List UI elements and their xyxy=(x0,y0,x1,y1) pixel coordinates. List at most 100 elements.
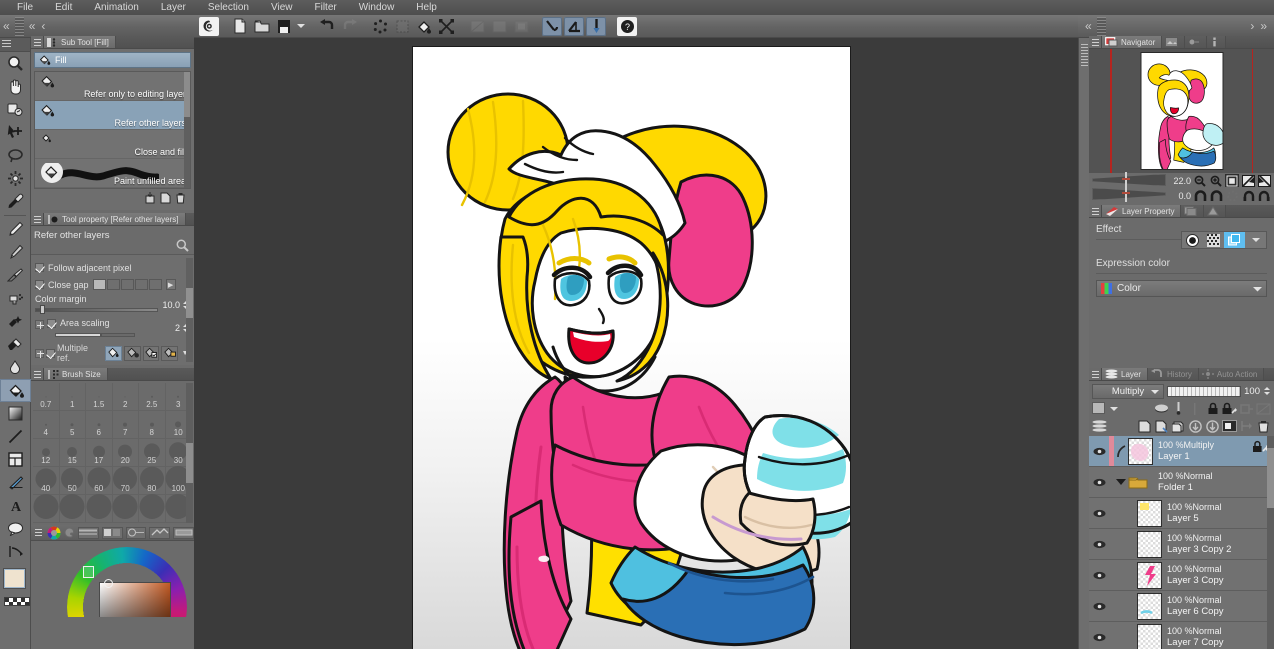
new-raster-layer-icon[interactable] xyxy=(1137,419,1152,433)
refer-reference-layer-icon[interactable] xyxy=(124,346,141,361)
layer-visibility-icon[interactable] xyxy=(1089,436,1109,466)
close-gap-cell-3[interactable] xyxy=(121,279,134,290)
tab-layer-property[interactable]: Layer Property xyxy=(1102,205,1181,217)
open-file-icon[interactable] xyxy=(252,17,272,36)
color-wheel-icon[interactable] xyxy=(47,526,61,540)
layer-thumbnail[interactable] xyxy=(1137,593,1162,620)
tab-item-bank[interactable] xyxy=(1185,36,1207,48)
tool-pen[interactable] xyxy=(0,241,31,264)
clip-below-icon[interactable] xyxy=(1239,402,1254,416)
sub-tool-item-close-and-fill[interactable]: Close and fill xyxy=(35,130,190,159)
right-scroll-right-icon[interactable]: › xyxy=(1247,19,1257,33)
transfer-down-icon[interactable] xyxy=(1188,419,1203,433)
sub-tool-item-paint-unfilled-area[interactable]: Paint unfilled area xyxy=(35,159,190,188)
layer-thumbnail[interactable] xyxy=(1137,562,1162,589)
tab-auto-action[interactable]: Auto Action xyxy=(1199,368,1264,380)
close-gap-cell-2[interactable] xyxy=(107,279,120,290)
transparent-color-chip[interactable] xyxy=(4,597,30,606)
brush-size-cell[interactable]: 80 xyxy=(139,467,166,495)
tone-effect-icon[interactable] xyxy=(1203,232,1224,248)
sub-tool-menu-icon[interactable] xyxy=(31,36,44,48)
brush-size-cell[interactable]: 7 xyxy=(113,411,140,439)
select-all-icon[interactable] xyxy=(370,17,390,36)
layer-visibility-icon[interactable] xyxy=(1089,498,1109,528)
tool-frame-border[interactable] xyxy=(0,448,31,471)
save-dropdown-icon[interactable] xyxy=(296,17,306,36)
tab-sub-tool[interactable]: Sub Tool [Fill] xyxy=(44,36,116,48)
brush-size-menu-icon[interactable] xyxy=(31,368,44,380)
tab-animation-cels[interactable] xyxy=(1181,205,1204,217)
tab-sub-view[interactable] xyxy=(1162,36,1185,48)
right-toolbar-grip[interactable] xyxy=(1097,17,1106,36)
palette-dropdown-icon[interactable] xyxy=(1109,402,1118,416)
fill-icon[interactable] xyxy=(489,17,509,36)
sub-tool-group-header[interactable]: Fill xyxy=(34,52,191,68)
tab-tool-property[interactable]: Tool property [Refer other layers] xyxy=(44,213,186,225)
color-slider-icon[interactable] xyxy=(78,527,99,539)
navigator-preview[interactable] xyxy=(1089,49,1274,173)
delete-subtool-icon[interactable] xyxy=(175,192,186,204)
canvas-paper[interactable] xyxy=(413,47,850,649)
new-subtool-icon[interactable] xyxy=(160,192,171,204)
navigator-menu-icon[interactable] xyxy=(1089,36,1102,48)
area-scaling-expand-icon[interactable] xyxy=(35,320,44,329)
area-scaling-checkbox[interactable] xyxy=(47,319,56,328)
tool-move[interactable] xyxy=(0,121,31,144)
tab-timeline[interactable] xyxy=(1204,205,1226,217)
clip-icon[interactable] xyxy=(1239,419,1254,433)
color-saturation-square[interactable] xyxy=(99,582,171,617)
brush-size-cell[interactable] xyxy=(33,495,60,523)
color-wheel-body[interactable] xyxy=(31,541,194,617)
table-row[interactable]: 100 %Normal Layer 3 Copy 2 xyxy=(1089,529,1274,560)
transform-icon[interactable] xyxy=(436,17,456,36)
brush-size-cell[interactable] xyxy=(139,495,166,523)
hue-ring-pointer[interactable] xyxy=(83,566,94,578)
perspective-snap-icon[interactable] xyxy=(564,17,584,36)
close-gap-cell-5[interactable] xyxy=(149,279,162,290)
zoom-in-icon[interactable] xyxy=(1209,174,1223,187)
sub-tool-item-refer-other-layers[interactable]: Refer other layers xyxy=(35,101,190,130)
new-file-icon[interactable] xyxy=(230,17,250,36)
menu-item-selection[interactable]: Selection xyxy=(197,0,260,15)
spiral-logo-icon[interactable] xyxy=(199,17,219,36)
color-square-pointer[interactable] xyxy=(104,579,113,588)
mask-enable-icon[interactable] xyxy=(1154,402,1169,416)
layer-visibility-icon[interactable] xyxy=(1089,622,1109,649)
tool-brush[interactable] xyxy=(0,264,31,287)
table-row[interactable]: 100 %Normal Layer 5 xyxy=(1089,498,1274,529)
rotation-slider[interactable] xyxy=(1092,188,1166,200)
new-folder-icon[interactable] xyxy=(1171,419,1186,433)
table-row[interactable]: 100 %Multiply Layer 1 xyxy=(1089,436,1274,467)
intermediate-color-icon[interactable] xyxy=(102,527,123,539)
opacity-slider[interactable] xyxy=(1167,386,1241,397)
menu-item-animation[interactable]: Animation xyxy=(83,0,149,15)
delete-layer-icon[interactable] xyxy=(1256,419,1271,433)
tab-navigator[interactable]: Navigator xyxy=(1102,36,1162,48)
canvas-area[interactable] xyxy=(194,38,1078,649)
right-collapse-icon[interactable]: « xyxy=(1082,19,1095,33)
tool-hand[interactable] xyxy=(0,75,31,98)
tool-gradient[interactable] xyxy=(0,402,31,425)
flip-vertical-icon[interactable] xyxy=(1257,174,1271,187)
brush-size-cell[interactable]: 6 xyxy=(86,411,113,439)
zoom-slider[interactable] xyxy=(1092,174,1166,186)
tab-history[interactable]: History xyxy=(1148,368,1199,380)
zoom-out-icon[interactable] xyxy=(1193,174,1207,187)
refer-all-layers-icon[interactable] xyxy=(105,346,122,361)
tab-brush-size[interactable]: Brush Size xyxy=(44,368,108,380)
option-area-scaling[interactable]: Area scaling xyxy=(47,317,172,329)
lock-transparent-icon[interactable] xyxy=(1222,402,1237,416)
rotate-snap-left-icon[interactable] xyxy=(1241,189,1255,202)
right-expand-icon[interactable]: » xyxy=(1257,19,1270,33)
palette-color-icon[interactable] xyxy=(1092,402,1107,416)
ruler-snap-icon[interactable] xyxy=(542,17,562,36)
special-ruler-icon[interactable] xyxy=(586,17,606,36)
tool-rotate[interactable] xyxy=(0,98,31,121)
folder-expand-icon[interactable] xyxy=(1114,467,1128,497)
toolbar-collapse-left2-icon[interactable]: « xyxy=(26,19,39,33)
color-extra-icon[interactable] xyxy=(173,527,194,539)
brush-size-cell[interactable]: 2 xyxy=(113,383,140,411)
right-dock-handle[interactable] xyxy=(1078,38,1089,649)
color-margin-knob[interactable] xyxy=(40,305,45,314)
rotate-snap-right-icon[interactable] xyxy=(1257,189,1271,202)
